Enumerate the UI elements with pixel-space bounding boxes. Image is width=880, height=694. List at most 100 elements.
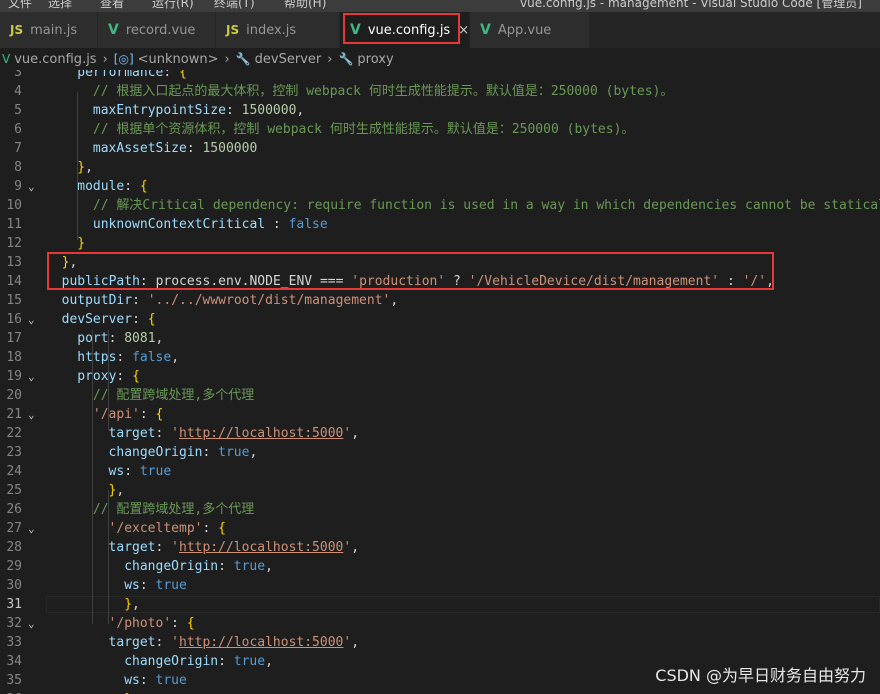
window-title: vue.config.js - management - Visual Stud… (520, 0, 862, 10)
line-number: 11 (6, 217, 22, 232)
menu-item-view[interactable]: 查看 (100, 0, 124, 11)
code-text: module: { (77, 179, 148, 194)
code-line[interactable]: 21 ⌄ '/api': { (0, 405, 880, 424)
code-line[interactable]: 32 ⌄ '/photo': { (0, 614, 880, 633)
breadcrumb-proxy[interactable]: proxy (357, 52, 393, 67)
code-text: }, (77, 160, 93, 175)
code-line[interactable]: 13}, (0, 253, 880, 272)
tab-vue-config-js[interactable]: V vue.config.js × (340, 12, 470, 48)
code-line[interactable]: 29 changeOrigin: true, (0, 557, 880, 576)
code-line[interactable]: 36} (0, 690, 880, 694)
line-number: 19 (6, 369, 22, 384)
code-text: // 根据单个资源体积，控制 webpack 何时生成性能提示。默认值是：250… (92, 122, 635, 137)
editor-tab-bar: JS main.js V record.vue JS index.js V vu… (0, 12, 880, 48)
line-number: 15 (6, 293, 22, 308)
tab-label: main.js (30, 22, 78, 38)
breadcrumb-separator: › (102, 51, 108, 67)
line-number: 5 (14, 103, 22, 118)
breadcrumb-file[interactable]: vue.config.js (14, 52, 96, 67)
fold-chevron-icon[interactable]: ⌄ (28, 519, 35, 538)
code-line[interactable]: 6 // 根据单个资源体积，控制 webpack 何时生成性能提示。默认值是：25… (0, 120, 880, 139)
fold-chevron-icon[interactable]: ⌄ (28, 177, 35, 196)
tab-app-vue[interactable]: V App.vue (470, 12, 590, 48)
menu-item-file[interactable]: 文件 (8, 0, 32, 11)
code-line[interactable]: 31}, (0, 595, 880, 614)
line-number: 29 (6, 559, 22, 574)
code-line[interactable]: 17 port: 8081, (0, 329, 880, 348)
code-text: '/exceltemp': { (108, 521, 226, 536)
line-number: 22 (6, 426, 22, 441)
title-bar: 文件 选择 查看 运行(R) 终端(T) 帮助(H) vue.config.js… (0, 0, 880, 12)
code-line[interactable]: 18 https: false, (0, 348, 880, 367)
line-number: 12 (6, 236, 22, 251)
js-file-icon: JS (10, 23, 24, 37)
fold-chevron-icon[interactable]: ⌄ (28, 367, 35, 386)
vue-config-icon: V (350, 22, 361, 38)
code-line[interactable]: 11 unknownContextCritical : false (0, 215, 880, 234)
code-line[interactable]: 27 ⌄ '/exceltemp': { (0, 519, 880, 538)
indent-guide (77, 92, 78, 240)
code-text: maxEntrypointSize: 1500000, (92, 103, 305, 118)
line-number: 9 (14, 179, 22, 194)
code-line[interactable]: 16 ⌄ devServer: { (0, 310, 880, 329)
code-line[interactable]: 24 ws: true (0, 462, 880, 481)
menu-item-selection[interactable]: 选择 (48, 0, 72, 11)
code-line[interactable]: 8}, (0, 158, 880, 177)
code-line[interactable]: 30 ws: true (0, 576, 880, 595)
fold-chevron-icon[interactable]: ⌄ (28, 614, 35, 633)
code-text: // 根据入口起点的最大体积，控制 webpack 何时生成性能提示。默认值是：… (92, 84, 674, 99)
code-line[interactable]: 15 outputDir: '../../wwwroot/dist/managem… (0, 291, 880, 310)
tab-main-js[interactable]: JS main.js (0, 12, 98, 48)
line-number: 30 (6, 578, 22, 593)
menu-item-help[interactable]: 帮助(H) (284, 0, 326, 11)
code-text: target: 'http://localhost:5000', (108, 635, 360, 650)
tab-index-js[interactable]: JS index.js (216, 12, 340, 48)
line-number: 34 (6, 654, 22, 669)
tab-label: record.vue (125, 22, 196, 38)
code-line[interactable]: 19 ⌄ proxy: { (0, 367, 880, 386)
code-line[interactable]: 12} (0, 234, 880, 253)
code-line[interactable]: 5 maxEntrypointSize: 1500000, (0, 101, 880, 120)
code-line[interactable]: 26 // 配置跨域处理,多个代理 (0, 500, 880, 519)
menu-item-run[interactable]: 运行(R) (152, 0, 194, 11)
line-number: 21 (6, 407, 22, 422)
breadcrumb-unknown[interactable]: <unknown> (138, 52, 219, 67)
code-text: target: 'http://localhost:5000', (108, 540, 360, 555)
code-line[interactable]: 23 changeOrigin: true, (0, 443, 880, 462)
line-number: 32 (6, 616, 22, 631)
code-line[interactable]: 10 // 解决Critical dependency: require func… (0, 196, 880, 215)
breadcrumb-separator: › (327, 51, 333, 67)
menu-item-terminal[interactable]: 终端(T) (214, 0, 255, 11)
code-text: devServer: { (61, 312, 156, 327)
indent-guide (108, 330, 109, 430)
watermark: CSDN @为早日财务自由努力 (655, 666, 866, 685)
code-editor[interactable]: 3 performance: {4 // 根据入口起点的最大体积，控制 webpac… (0, 70, 880, 694)
code-line[interactable]: 22 target: 'http://localhost:5000', (0, 424, 880, 443)
close-icon[interactable]: × (458, 23, 469, 38)
tab-record-vue[interactable]: V record.vue (98, 12, 216, 48)
code-text: unknownContextCritical : false (92, 217, 328, 232)
code-line[interactable]: 33 target: 'http://localhost:5000', (0, 633, 880, 652)
breadcrumb-devserver[interactable]: devServer (255, 52, 322, 67)
code-text: target: 'http://localhost:5000', (108, 426, 360, 441)
line-number: 23 (6, 445, 22, 460)
code-line[interactable]: 9 ⌄ module: { (0, 177, 880, 196)
vue-file-icon: V (480, 22, 491, 38)
breadcrumb: V vue.config.js › [◎] <unknown> › 🔧 devS… (0, 48, 880, 70)
line-number: 36 (0, 690, 22, 694)
code-line[interactable]: 7 maxAssetSize: 1500000 (0, 139, 880, 158)
fold-chevron-icon[interactable]: ⌄ (28, 405, 35, 424)
code-line[interactable]: 4 // 根据入口起点的最大体积，控制 webpack 何时生成性能提示。默认值是… (0, 82, 880, 101)
code-line[interactable]: 3 performance: { (0, 70, 880, 82)
code-text: } (77, 236, 86, 251)
code-line[interactable]: 14 publicPath: process.env.NODE_ENV === '… (0, 272, 880, 291)
code-text: outputDir: '../../wwwroot/dist/managemen… (61, 293, 399, 308)
code-line[interactable]: 25}, (0, 481, 880, 500)
line-number: 26 (6, 502, 22, 517)
code-text: port: 8081, (77, 331, 164, 346)
fold-chevron-icon[interactable]: ⌄ (28, 310, 35, 329)
code-line[interactable]: 20 // 配置跨域处理,多个代理 (0, 386, 880, 405)
code-line[interactable]: 28 target: 'http://localhost:5000', (0, 538, 880, 557)
code-text: // 解决Critical dependency: require functi… (92, 198, 880, 213)
line-number: 31 (6, 597, 22, 612)
